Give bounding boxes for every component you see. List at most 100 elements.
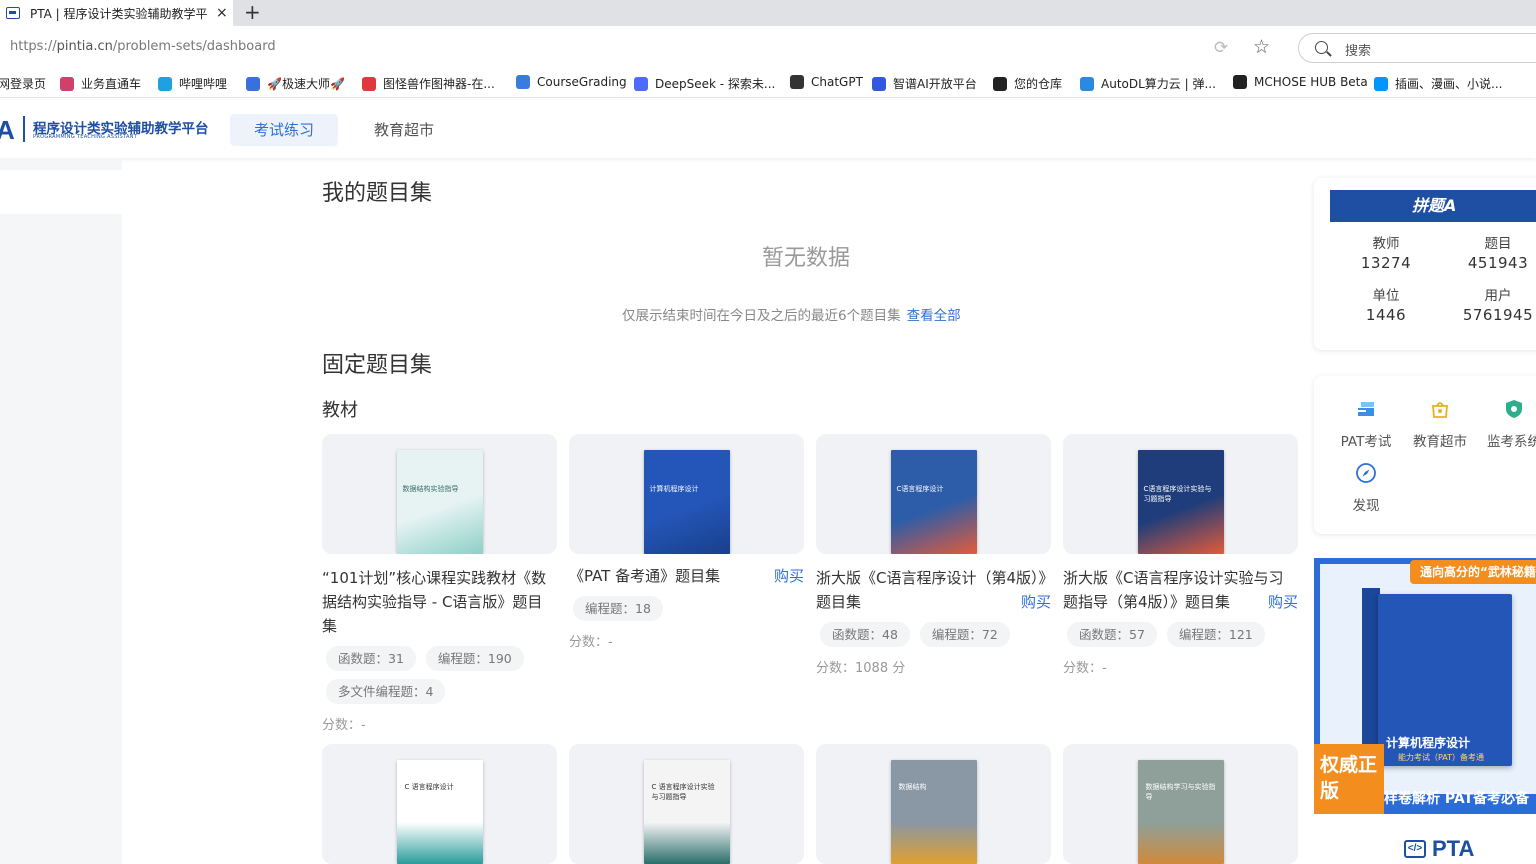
search-box[interactable]: 搜索	[1298, 33, 1536, 63]
refresh-icon[interactable]: ⟳	[1214, 38, 1228, 58]
textbook-card[interactable]: C 语言程序设计实验与习题指导	[569, 744, 804, 864]
textbook-title[interactable]: 《PAT 备考通》题目集	[569, 564, 804, 588]
bookmark-item[interactable]: AutoDL算力云 | 弹...	[1080, 75, 1216, 92]
bookmark-item[interactable]: CourseGrading	[516, 75, 627, 89]
star-icon[interactable]: ☆	[1253, 36, 1270, 58]
bookmark-item[interactable]: 网登录页	[0, 75, 46, 92]
stat-institutions: 单位 1446	[1336, 284, 1436, 324]
textbook-card[interactable]: 计算机程序设计 《PAT 备考通》题目集 购买 编程题：18 分数：-	[569, 434, 804, 650]
textbook-cover-frame[interactable]: C 语言程序设计实验与习题指导	[569, 744, 804, 864]
book-cover-title: C语言程序设计实验与习题指导	[1143, 485, 1212, 503]
bookmark-item[interactable]: DeepSeek - 探索未...	[634, 75, 775, 92]
textbook-card[interactable]: 数据结构实验指导 “101计划”核心课程实践教材《数据结构实验指导 - C语言版》…	[322, 434, 557, 733]
book-cover-image: 数据结构实验指导	[396, 450, 483, 554]
score-text: 分数：1088 分	[816, 661, 906, 676]
pat-book-ad[interactable]: 通向高分的“武林秘籍” 计算机程序设计 能力考试（PAT）备考通 权威正版 样卷…	[1314, 558, 1536, 814]
textbook-card[interactable]: 数据结构	[816, 744, 1051, 864]
textbook-cover-frame[interactable]: 数据结构	[816, 744, 1051, 864]
bookmark-item[interactable]: 智谱AI开放平台	[872, 75, 977, 92]
bookmark-label: CourseGrading	[537, 75, 627, 89]
bookmark-item[interactable]: MCHOSE HUB Beta	[1233, 75, 1368, 89]
bookmark-item[interactable]: 哔哩哔哩	[158, 75, 227, 92]
book-cover-title: C 语言程序设计	[404, 783, 454, 791]
textbook-cover-frame[interactable]: C 语言程序设计	[322, 744, 557, 864]
buy-link[interactable]: 购买	[1268, 590, 1298, 614]
book-cover-image: C语言程序设计	[890, 450, 977, 554]
logo-mark[interactable]: A	[0, 115, 15, 146]
nav-tab-edu-market[interactable]: 教育超市	[350, 114, 458, 146]
ad-badge: 权威正版	[1314, 744, 1384, 814]
stat-teachers: 教师 13274	[1336, 232, 1436, 272]
search-placeholder: 搜索	[1345, 44, 1372, 59]
zhipu-icon	[872, 76, 886, 91]
ad-book-subtitle: 能力考试（PAT）备考通	[1398, 753, 1485, 762]
nav-tab-exam-practice[interactable]: 考试练习	[230, 114, 339, 146]
book-cover-image: 计算机程序设计	[643, 450, 730, 554]
quick-link-label: 教育超市	[1413, 434, 1467, 450]
book-cover-image: 数据结构	[890, 760, 977, 864]
textbook-cover-frame[interactable]: C语言程序设计	[816, 434, 1051, 554]
problem-count-tag: 编程题：18	[573, 596, 663, 621]
quick-link-discover[interactable]: 发现	[1330, 462, 1402, 514]
stat-value: 13274	[1360, 254, 1412, 272]
textbook-title-row: 浙大版《C语言程序设计实验与习题指导（第4版）》题目集 购买	[1063, 566, 1298, 614]
empty-note-text: 仅展示结束时间在今日及之后的最近6个题目集	[622, 308, 901, 324]
textbook-cover-frame[interactable]: 数据结构学习与实验指导	[1063, 744, 1298, 864]
quick-link-pat-exam[interactable]: PAT考试	[1330, 398, 1402, 450]
bookmarks-bar: 网登录页 业务直通车 哔哩哔哩 🚀极速大师🚀 图怪兽作图神器-在... CourseGra…	[0, 70, 1536, 98]
textbook-title[interactable]: 浙大版《C语言程序设计（第4版）》题目集	[816, 566, 1051, 614]
stat-label: 教师	[1372, 236, 1400, 252]
stats-card: 拼题A 教师 13274 题目 451943 单位 1446 用户 576194…	[1314, 178, 1536, 350]
browser-tab[interactable]: PTA | 程序设计类实验辅助教学平台 ×	[0, 0, 233, 26]
address-bar: https://pintia.cn/problem-sets/dashboard…	[0, 26, 1536, 70]
book-cover-image: C 语言程序设计	[396, 760, 483, 864]
browser-tabstrip: PTA | 程序设计类实验辅助教学平台 × +	[0, 0, 1536, 26]
textbook-title-row: “101计划”核心课程实践教材《数据结构实验指导 - C语言版》题目集	[322, 566, 557, 638]
bookmark-item[interactable]: ChatGPT	[790, 75, 863, 89]
problem-count-tag: 函数题：31	[326, 646, 416, 671]
bookmark-label: 智谱AI开放平台	[893, 77, 977, 91]
textbook-cover-frame[interactable]: C语言程序设计实验与习题指导	[1063, 434, 1298, 554]
bookmark-label: 🚀极速大师🚀	[267, 77, 345, 91]
textbook-title-row: 浙大版《C语言程序设计（第4版）》题目集 购买	[816, 566, 1051, 614]
bookmark-item[interactable]: 插画、漫画、小说...	[1374, 75, 1502, 92]
textbook-title[interactable]: “101计划”核心课程实践教材《数据结构实验指导 - C语言版》题目集	[322, 566, 557, 638]
quick-link-edu-market[interactable]: 教育超市	[1404, 398, 1476, 450]
pta-brand: </> PTA	[1404, 836, 1474, 862]
bookmark-item[interactable]: 业务直通车	[60, 75, 141, 92]
buy-link[interactable]: 购买	[774, 564, 804, 588]
ad-ribbon: 通向高分的“武林秘籍”	[1410, 560, 1536, 584]
textbook-cover-frame[interactable]: 计算机程序设计	[569, 434, 804, 554]
quick-link-monitor[interactable]: 监考系统	[1478, 398, 1536, 450]
bookmark-item[interactable]: 您的仓库	[993, 75, 1062, 92]
url-field[interactable]: https://pintia.cn/problem-sets/dashboard	[10, 39, 276, 54]
deepseek-icon	[634, 76, 648, 91]
openai-icon	[790, 75, 804, 89]
bookmark-label: DeepSeek - 探索未...	[655, 77, 776, 91]
url-path: /problem-sets/dashboard	[112, 39, 276, 54]
textbook-title[interactable]: 浙大版《C语言程序设计实验与习题指导（第4版）》题目集	[1063, 566, 1298, 614]
book-cover-image: 数据结构学习与实验指导	[1137, 760, 1224, 864]
new-tab-button[interactable]: +	[244, 0, 261, 26]
view-all-link[interactable]: 查看全部	[907, 308, 961, 324]
textbook-card[interactable]: C语言程序设计实验与习题指导浙大版《C语言程序设计实验与习题指导（第4版）》题目…	[1063, 434, 1298, 676]
close-tab-icon[interactable]: ×	[216, 5, 228, 21]
bookmark-label: 图怪兽作图神器-在...	[383, 77, 495, 91]
compass-icon	[1356, 463, 1376, 483]
empty-state-note: 仅展示结束时间在今日及之后的最近6个题目集 查看全部	[622, 304, 961, 324]
mchose-icon	[1233, 75, 1247, 89]
textbook-card[interactable]: C 语言程序设计	[322, 744, 557, 864]
quick-link-label: 监考系统	[1487, 434, 1536, 450]
url-host: pintia.cn	[56, 39, 113, 54]
textbook-card[interactable]: C语言程序设计 浙大版《C语言程序设计（第4版）》题目集 购买 函数题：48 编程题：7…	[816, 434, 1051, 676]
logo-divider	[23, 116, 25, 142]
textbook-cover-frame[interactable]: 数据结构实验指导	[322, 434, 557, 554]
bookmark-item[interactable]: 🚀极速大师🚀	[246, 75, 345, 92]
stat-label: 单位	[1372, 288, 1400, 304]
bilibili-icon	[158, 76, 172, 91]
bookmark-item[interactable]: 图怪兽作图神器-在...	[362, 75, 495, 92]
ad-footer-text: 样卷解析 PAT备考必备	[1384, 791, 1530, 807]
pta-favicon-icon	[6, 7, 20, 19]
textbook-card[interactable]: 数据结构学习与实验指导	[1063, 744, 1298, 864]
buy-link[interactable]: 购买	[1021, 590, 1051, 614]
